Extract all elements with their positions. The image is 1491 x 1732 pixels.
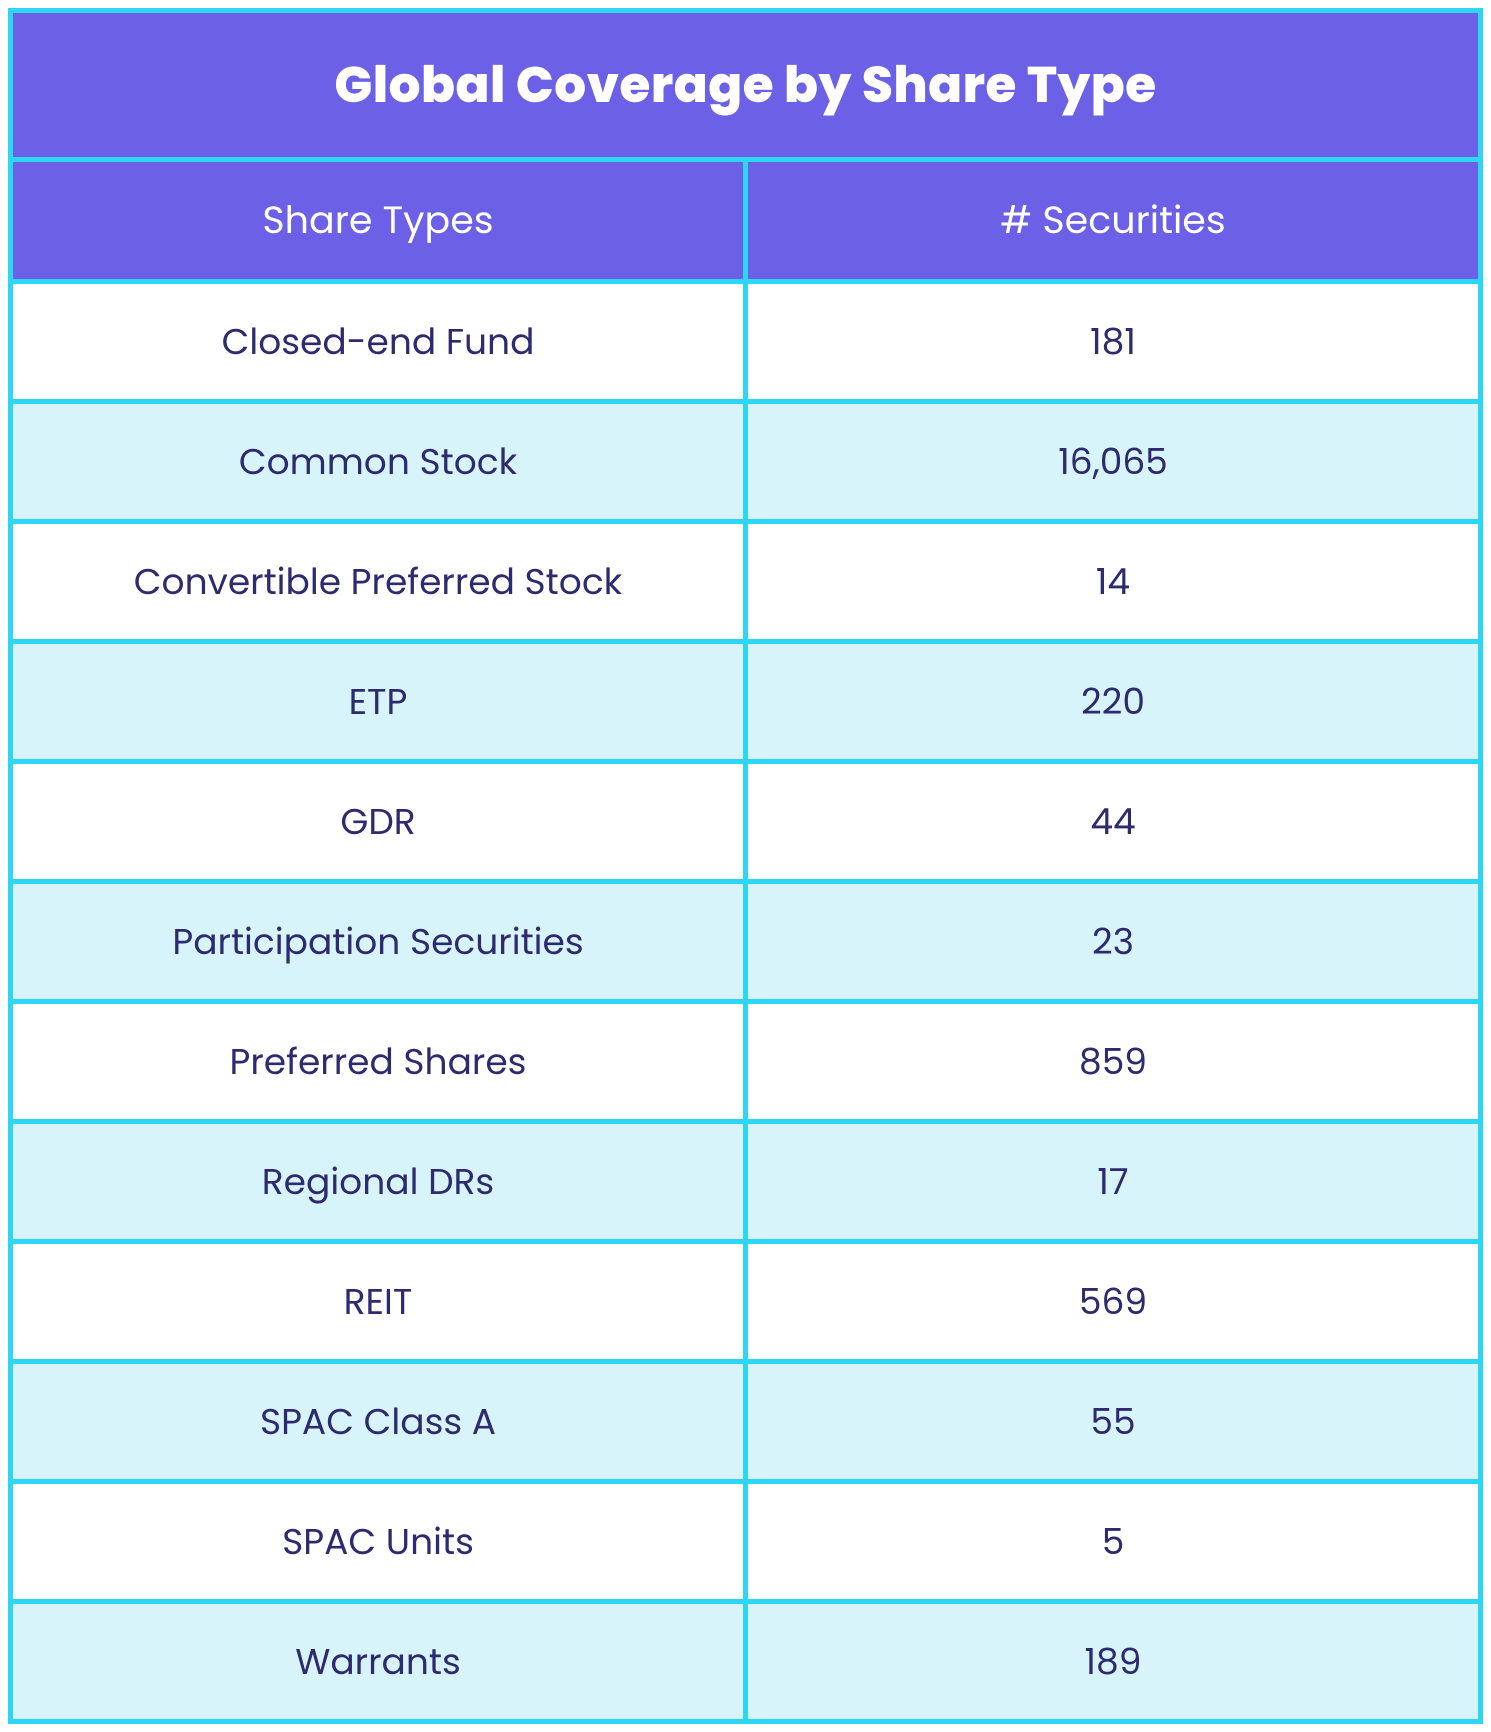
cell-label: Preferred Shares [13,1004,748,1124]
table-row: Preferred Shares 859 [13,1004,1478,1124]
cell-label: Convertible Preferred Stock [13,524,748,644]
table-row: REIT 569 [13,1244,1478,1364]
table-row: SPAC Class A 55 [13,1364,1478,1484]
table-row: GDR 44 [13,764,1478,884]
coverage-table: Global Coverage by Share Type Share Type… [8,8,1483,1724]
cell-value: 569 [748,1244,1478,1364]
table-row: Convertible Preferred Stock 14 [13,524,1478,644]
cell-value: 181 [748,284,1478,404]
cell-label: Closed-end Fund [13,284,748,404]
table-header-row: Share Types # Securities [13,162,1478,284]
cell-label: SPAC Units [13,1484,748,1604]
cell-value: 859 [748,1004,1478,1124]
col-header-securities: # Securities [748,162,1478,284]
cell-label: ETP [13,644,748,764]
cell-value: 5 [748,1484,1478,1604]
cell-value: 220 [748,644,1478,764]
cell-label: SPAC Class A [13,1364,748,1484]
table-row: ETP 220 [13,644,1478,764]
cell-value: 55 [748,1364,1478,1484]
cell-label: Warrants [13,1604,748,1719]
col-header-share-types: Share Types [13,162,748,284]
table-row: Warrants 189 [13,1604,1478,1719]
cell-label: Common Stock [13,404,748,524]
cell-value: 17 [748,1124,1478,1244]
table-title: Global Coverage by Share Type [13,13,1478,162]
cell-value: 16,065 [748,404,1478,524]
table-row: SPAC Units 5 [13,1484,1478,1604]
table-row: Closed-end Fund 181 [13,284,1478,404]
cell-value: 23 [748,884,1478,1004]
table-row: Participation Securities 23 [13,884,1478,1004]
cell-label: Regional DRs [13,1124,748,1244]
table-row: Common Stock 16,065 [13,404,1478,524]
cell-value: 14 [748,524,1478,644]
cell-label: REIT [13,1244,748,1364]
cell-label: Participation Securities [13,884,748,1004]
cell-label: GDR [13,764,748,884]
table-row: Regional DRs 17 [13,1124,1478,1244]
cell-value: 44 [748,764,1478,884]
cell-value: 189 [748,1604,1478,1719]
